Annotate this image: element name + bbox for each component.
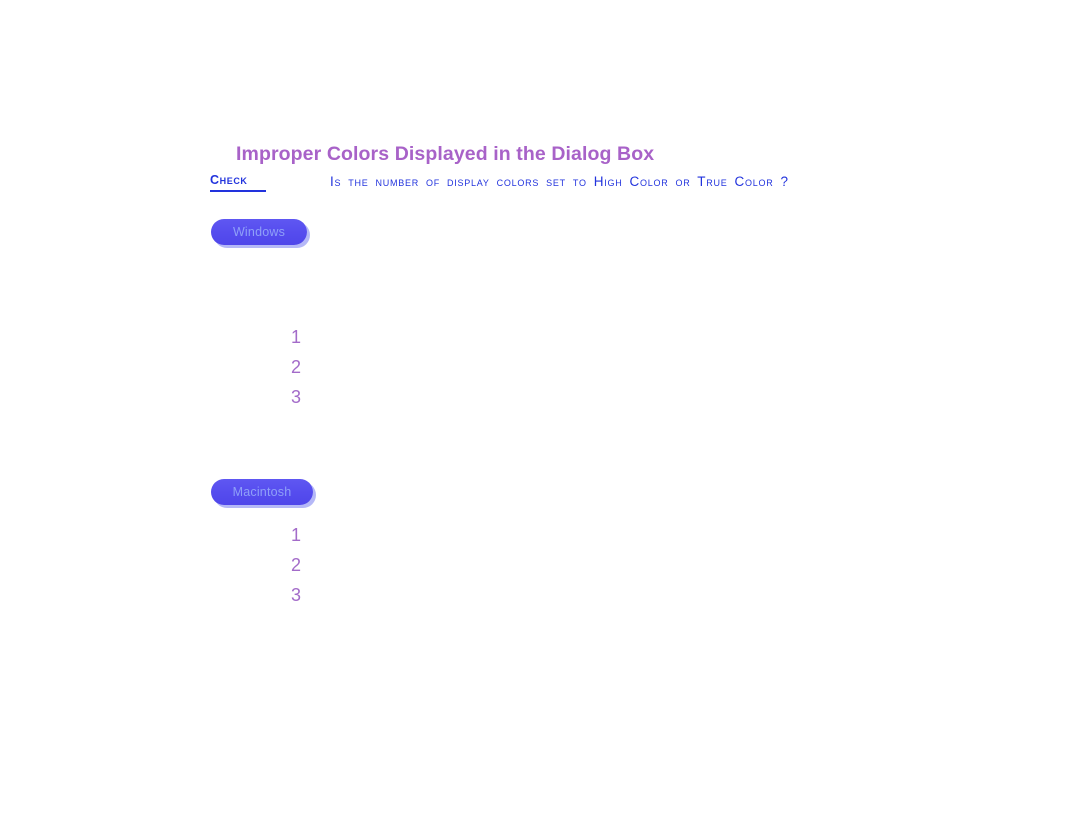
document-page: Improper Colors Displayed in the Dialog … — [0, 0, 1080, 834]
check-label-underline — [210, 190, 266, 192]
step-number: 2 — [290, 357, 301, 377]
list-item: 1 — [236, 326, 856, 356]
check-question-text: Is the number of display colors set to H… — [330, 174, 789, 189]
list-item: 1 — [236, 524, 856, 554]
check-label: Check — [210, 173, 248, 187]
step-number: 3 — [290, 585, 301, 605]
platform-badge-macintosh: Macintosh — [211, 479, 313, 505]
step-number: 3 — [290, 387, 301, 407]
list-item: 2 — [236, 356, 856, 386]
step-list-macintosh: 1 2 3 — [236, 524, 856, 614]
step-number: 1 — [290, 327, 301, 347]
list-item: 3 — [236, 584, 856, 614]
page-title: Improper Colors Displayed in the Dialog … — [236, 143, 655, 165]
step-number: 2 — [290, 555, 301, 575]
platform-badge-windows: Windows — [211, 219, 307, 245]
platform-badge-macintosh-label: Macintosh — [232, 485, 292, 499]
step-list-windows: 1 2 3 — [236, 326, 856, 416]
platform-badge-windows-label: Windows — [232, 225, 286, 239]
list-item: 3 — [236, 386, 856, 416]
step-number: 1 — [290, 525, 301, 545]
list-item: 2 — [236, 554, 856, 584]
